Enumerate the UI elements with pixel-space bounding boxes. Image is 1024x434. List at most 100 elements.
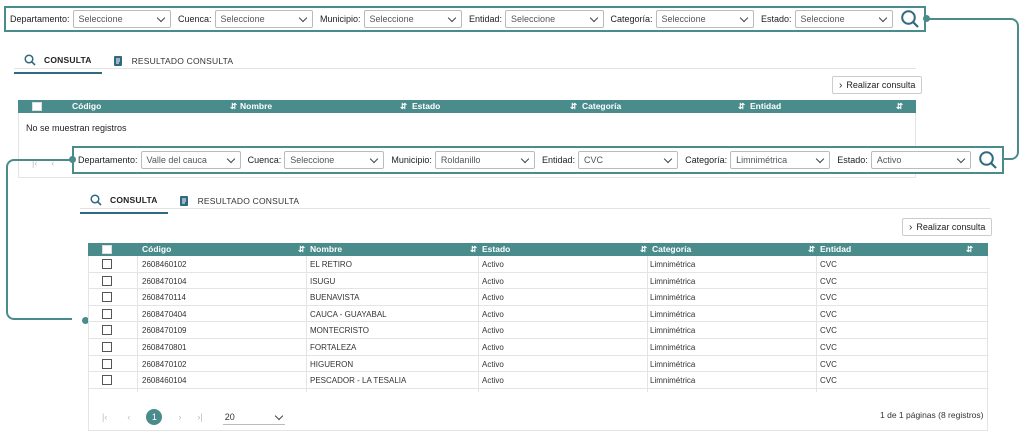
filter-icon[interactable]: ⇵ (230, 101, 237, 112)
top-table-header: Código ⇵ Nombre ⇵ Estado ⇵ Categoría ⇵ E… (18, 100, 916, 113)
cell-categoria: Limnimétrica (650, 293, 696, 303)
tab-consulta-top[interactable]: CONSULTA (14, 50, 102, 74)
select-all-checkbox[interactable] (102, 245, 112, 254)
cell-codigo: 2608460104 (142, 376, 187, 386)
cell-codigo: 2608470109 (142, 326, 187, 336)
cell-codigo: 2608460102 (142, 260, 187, 269)
cell-entidad: CVC (820, 260, 837, 269)
filter-icon[interactable]: ⇵ (298, 244, 305, 255)
estado-select[interactable]: Seleccione (794, 10, 894, 28)
table-row[interactable]: 2608470801 FORTALEZA Activo Limnimétrica CVC (88, 339, 988, 356)
entidad-select[interactable]: Seleccione (505, 10, 604, 28)
realizar-consulta-button[interactable]: › Realizar consulta (902, 218, 993, 236)
cell-nombre: PESCADOR - LA TESALIA (310, 376, 407, 386)
table-row[interactable]: 2608460102 EL RETIRO Activo Limnimétrica CVC (88, 256, 988, 273)
filter-icon[interactable]: ⇵ (738, 101, 745, 112)
realizar-consulta-button-top[interactable]: › Realizar consulta (832, 76, 923, 94)
categoria-select[interactable]: Seleccione (655, 10, 755, 28)
cell-codigo: 2608470102 (142, 359, 187, 369)
table-row[interactable]: 2608470104 ISUGU Activo Limnimétrica CVC (88, 273, 988, 290)
results-table-header: Código ⇵ Nombre ⇵ Estado ⇵ Categoría ⇵ E… (88, 243, 988, 256)
cell-categoria: Limnimétrica (650, 343, 696, 352)
categoria-label: Categoría: (685, 155, 728, 165)
categoria-select[interactable]: Limnimétrica (730, 151, 831, 169)
estado-label: Estado: (761, 14, 792, 24)
departamento-select[interactable]: Valle del cauca (140, 151, 241, 169)
estado-label: Estado: (837, 155, 868, 165)
header-entidad: Entidad (820, 244, 852, 254)
filter-icon[interactable]: ⇵ (966, 244, 973, 255)
cell-categoria: Limnimétrica (650, 326, 696, 336)
header-codigo: Código (142, 244, 172, 254)
header-codigo: Código (72, 101, 102, 111)
table-row[interactable]: 2608460104 PESCADOR - LA TESALIA Activo Lim… (88, 372, 988, 389)
filter-icon[interactable]: ⇵ (400, 101, 407, 112)
page-size-select[interactable]: 20 (222, 409, 285, 425)
cell-estado: Activo (482, 293, 504, 303)
cuenca-select[interactable]: Seleccione (284, 151, 385, 169)
cell-nombre: HIGUERON (310, 359, 354, 369)
estado-select[interactable]: Activo (870, 151, 971, 169)
filter-icon[interactable]: ⇵ (640, 244, 647, 255)
cuenca-select[interactable]: Seleccione (214, 10, 314, 28)
search-icon (24, 54, 36, 66)
cell-entidad: CVC (820, 293, 837, 303)
cell-nombre: BUENAVISTA (310, 293, 360, 303)
chevron-right-icon: › (909, 221, 913, 233)
search-button[interactable] (900, 9, 920, 29)
cell-entidad: CVC (820, 359, 837, 369)
cuenca-label: Cuenca: (247, 155, 282, 165)
entidad-select[interactable]: CVC (578, 151, 679, 169)
select-all-checkbox-top[interactable] (32, 102, 42, 111)
chevron-down-icon (275, 413, 283, 421)
search-button[interactable] (978, 150, 998, 170)
row-checkbox[interactable] (102, 308, 112, 319)
table-row[interactable]: 2608470102 HIGUERON Activo Limnimétrica CVC (88, 356, 988, 373)
municipio-select[interactable]: Seleccione (363, 10, 463, 28)
chevron-down-icon (957, 156, 965, 164)
filter-icon[interactable]: ⇵ (808, 244, 815, 255)
filter-icon[interactable]: ⇵ (470, 244, 477, 255)
row-checkbox[interactable] (102, 259, 112, 269)
connector-line-bottom (6, 159, 72, 320)
row-checkbox[interactable] (102, 375, 112, 386)
departamento-label: Departamento: (78, 155, 138, 165)
departamento-label: Departamento: (10, 14, 70, 24)
search-icon (979, 151, 997, 169)
row-checkbox[interactable] (102, 292, 112, 303)
bottom-tab-divider (80, 208, 990, 209)
entidad-label: Entidad: (469, 14, 503, 24)
next-page-icon[interactable]: › (178, 412, 181, 422)
chevron-down-icon (740, 15, 748, 23)
table-row[interactable]: 2608470404 CAUCA - GUAYABAL Activo Limnimét… (88, 306, 988, 323)
table-row[interactable]: 2608470114 BUENAVISTA Activo Limnimétrica CV… (88, 289, 988, 306)
tab-resultado-top[interactable]: RESULTADO CONSULTA (102, 51, 244, 73)
chevron-down-icon (299, 15, 307, 23)
chevron-right-icon: › (839, 79, 843, 91)
cell-estado: Activo (482, 260, 504, 269)
row-checkbox[interactable] (102, 342, 112, 352)
last-page-icon[interactable]: ›| (197, 412, 202, 422)
filter-icon[interactable]: ⇵ (570, 101, 577, 112)
municipio-select[interactable]: Roldanillo (434, 151, 535, 169)
prev-page-icon[interactable]: ‹ (127, 412, 130, 422)
header-nombre: Nombre (310, 244, 343, 254)
row-checkbox[interactable] (102, 275, 112, 286)
cell-categoria: Limnimétrica (650, 376, 696, 386)
departamento-select[interactable]: Seleccione (72, 10, 172, 28)
current-page-button[interactable]: 1 (146, 409, 163, 425)
cell-categoria: Limnimétrica (650, 309, 696, 319)
header-estado: Estado (482, 244, 511, 254)
header-entidad: Entidad (750, 101, 782, 111)
row-checkbox[interactable] (102, 358, 112, 369)
row-checkbox[interactable] (102, 325, 112, 336)
cell-codigo: 2608470404 (142, 309, 187, 319)
cell-nombre: ISUGU (310, 276, 336, 286)
tab-resultado-consulta[interactable]: RESULTADO CONSULTA (168, 191, 310, 213)
filter-icon[interactable]: ⇵ (896, 101, 903, 112)
tab-consulta[interactable]: CONSULTA (80, 190, 168, 214)
top-tab-bar: CONSULTA RESULTADO CONSULTA (14, 50, 243, 74)
first-page-icon[interactable]: |‹ (102, 412, 107, 422)
table-row[interactable]: 2608470109 MONTECRISTO Activo Limnimétrica C… (88, 322, 988, 339)
header-nombre: Nombre (240, 101, 273, 111)
